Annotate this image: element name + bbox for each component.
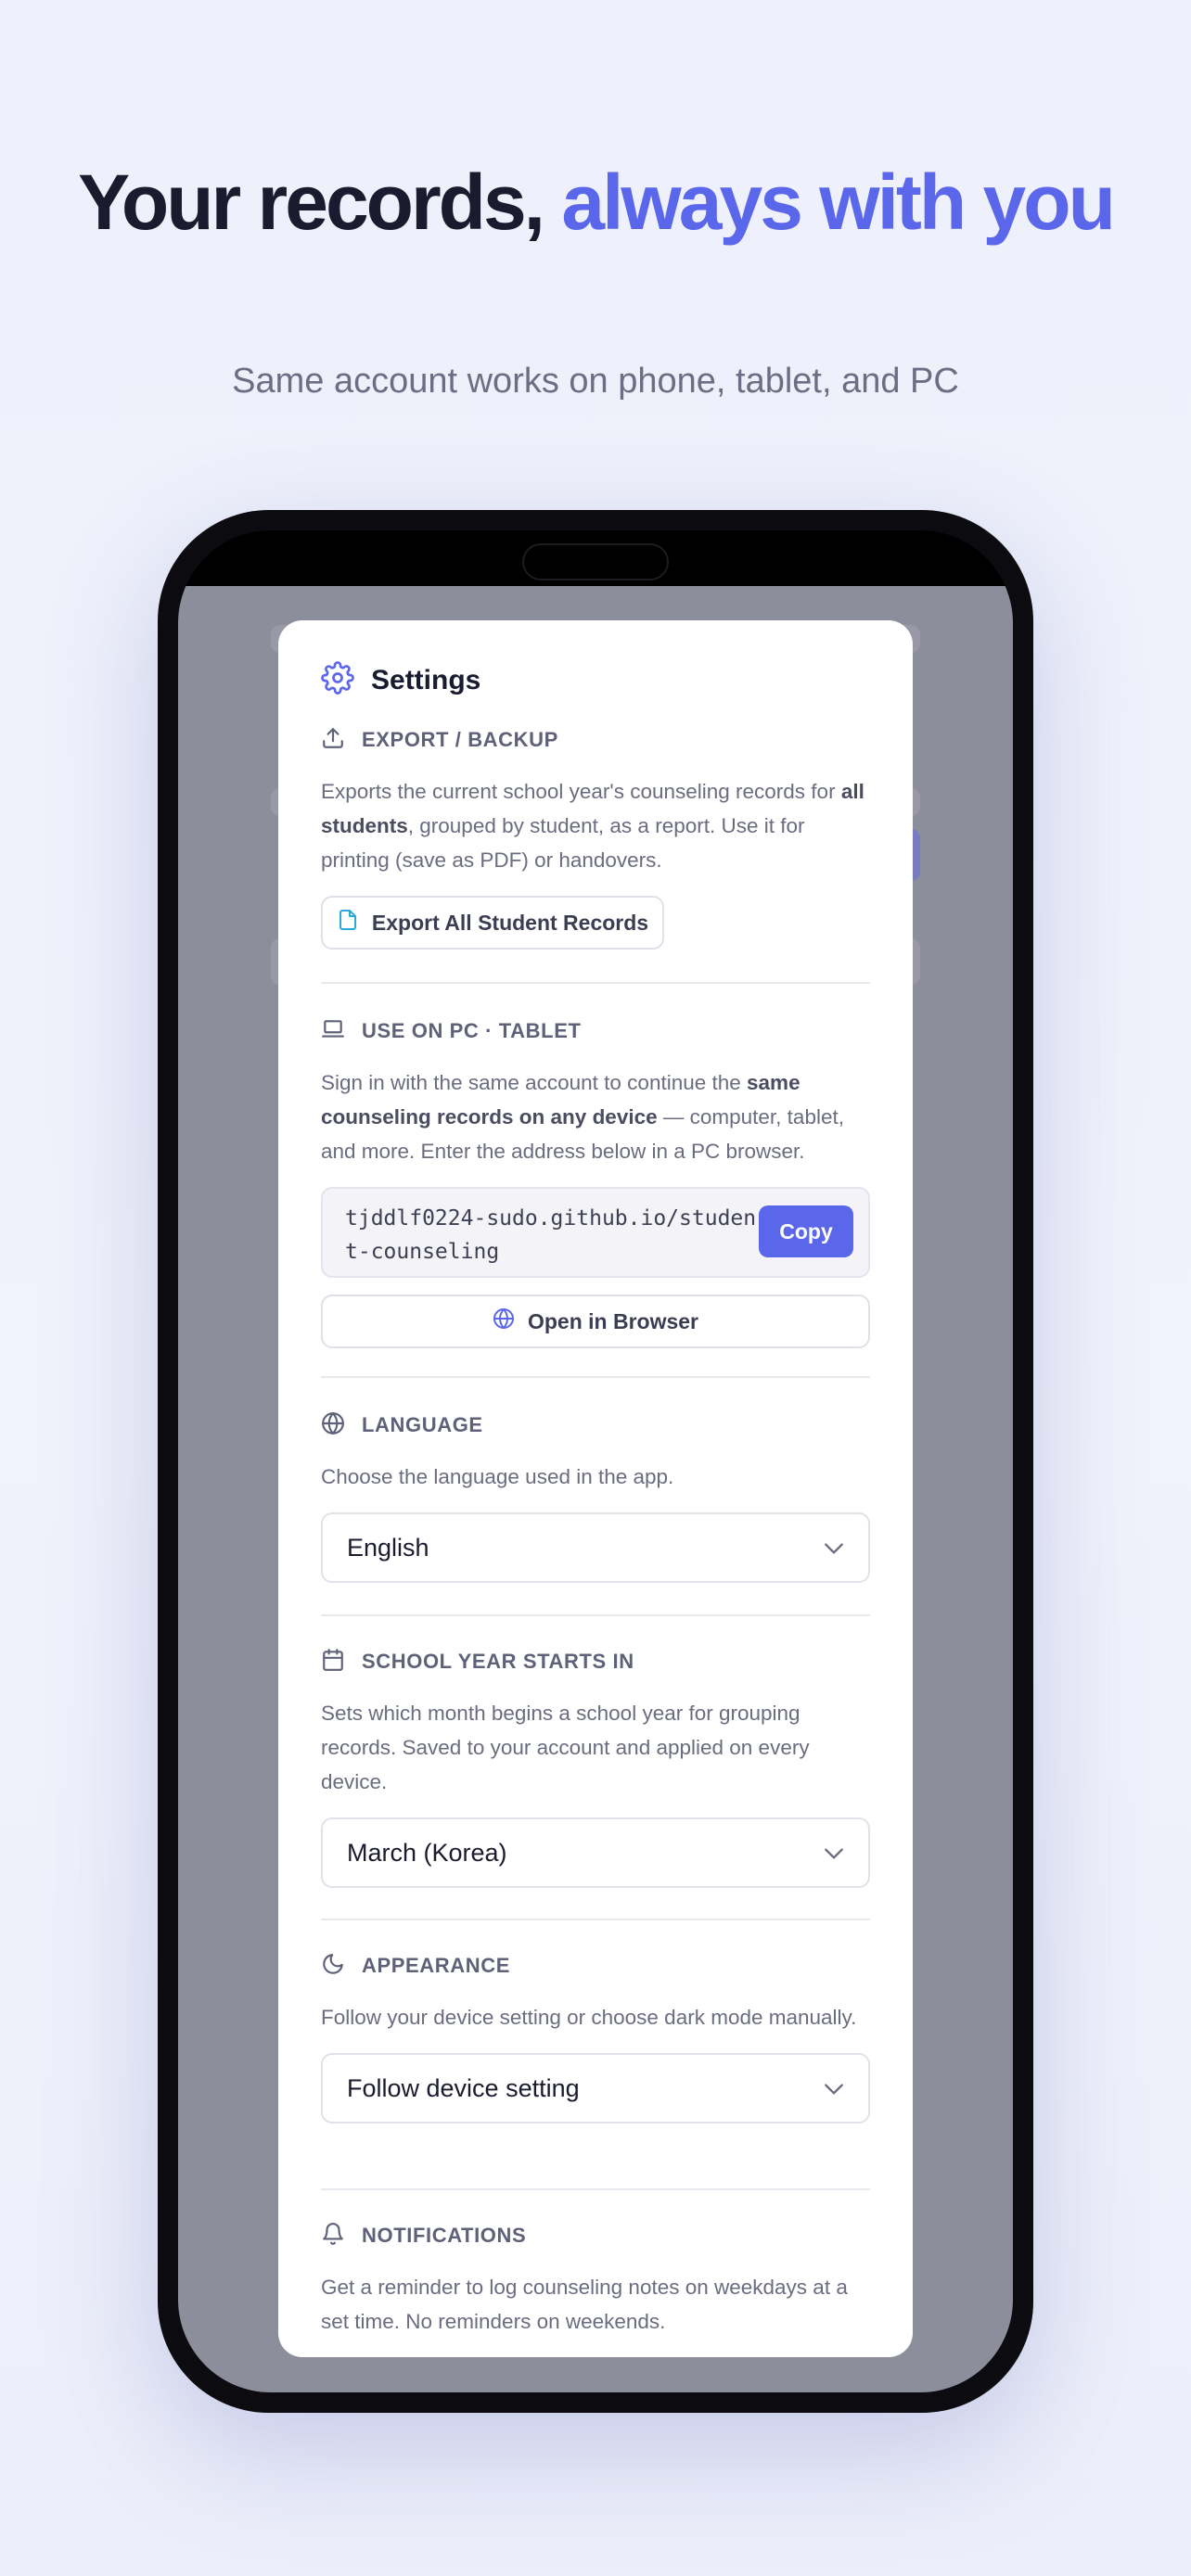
section-school-year: SCHOOL YEAR STARTS IN Sets which month b… [321,1648,870,1888]
file-icon [337,909,372,937]
phone-screen-bezel: Settings EXPORT / BACKUP Exports the cur… [178,530,1013,2392]
section-label: SCHOOL YEAR STARTS IN [362,1650,634,1673]
appearance-selected-value: Follow device setting [347,2073,580,2102]
dynamic-island [522,543,669,580]
section-description: Exports the current school year's counse… [321,780,864,872]
section-export: EXPORT / BACKUP Exports the current scho… [321,726,870,950]
divider [321,982,870,984]
divider [321,2188,870,2190]
hero-title-main: Your records, [78,159,562,246]
school-year-selected-value: March (Korea) [347,1838,507,1867]
settings-title: Settings [371,664,481,695]
section-label: EXPORT / BACKUP [362,728,558,751]
section-appearance: APPEARANCE Follow your device setting or… [321,1952,870,2123]
section-description: Choose the language used in the app. [321,1465,674,1488]
chevron-down-icon [825,1543,843,1554]
appearance-select[interactable]: Follow device setting [321,2053,870,2123]
hero-subtitle: Same account works on phone, tablet, and… [232,362,959,401]
open-in-browser-label: Open in Browser [527,1308,699,1333]
section-language: LANGUAGE Choose the language used in the… [321,1411,870,1583]
language-select[interactable]: English [321,1512,870,1583]
copy-button[interactable]: Copy [759,1205,853,1257]
section-description: Sign in with the same account to continu… [321,1071,844,1163]
language-selected-value: English [347,1533,429,1562]
chevron-down-icon [825,2084,843,2095]
section-label: LANGUAGE [362,1413,483,1436]
app-screen-overlay: Settings EXPORT / BACKUP Exports the cur… [178,586,1013,2392]
web-address[interactable]: tjddlf0224-sudo.github.io/student-counse… [345,1202,762,1269]
web-address-box: tjddlf0224-sudo.github.io/student-counse… [321,1187,870,1278]
globe-icon [321,1411,345,1440]
section-pc-tablet: USE ON PC · TABLET Sign in with the same… [321,1017,870,1348]
settings-modal: Settings EXPORT / BACKUP Exports the cur… [278,620,913,2357]
bell-icon [321,2222,345,2251]
section-description: Follow your device setting or choose dar… [321,2006,857,2029]
hero-title: Your records, always with you [0,156,1191,249]
section-label: NOTIFICATIONS [362,2224,527,2247]
open-in-browser-button[interactable]: Open in Browser [321,1294,870,1348]
section-label: USE ON PC · TABLET [362,1019,582,1042]
hero-title-accent: always with you [561,159,1116,246]
phone-frame: Settings EXPORT / BACKUP Exports the cur… [158,510,1033,2413]
section-label: APPEARANCE [362,1954,511,1977]
chevron-down-icon [825,1848,843,1859]
section-description: Sets which month begins a school year fo… [321,1702,810,1793]
settings-header: Settings [321,661,480,699]
section-description: Get a reminder to log counseling notes o… [321,2276,848,2333]
upload-icon [321,726,345,755]
section-notifications: NOTIFICATIONS Get a reminder to log coun… [321,2222,870,2339]
calendar-icon [321,1648,345,1677]
gear-icon [321,661,354,699]
laptop-icon [321,1017,345,1046]
divider [321,1614,870,1616]
divider [321,1919,870,1920]
globe-icon [493,1307,528,1335]
moon-icon [321,1952,345,1981]
school-year-start-select[interactable]: March (Korea) [321,1817,870,1888]
divider [321,1376,870,1378]
export-all-records-button[interactable]: Export All Student Records [321,896,664,950]
export-button-label: Export All Student Records [371,910,649,935]
